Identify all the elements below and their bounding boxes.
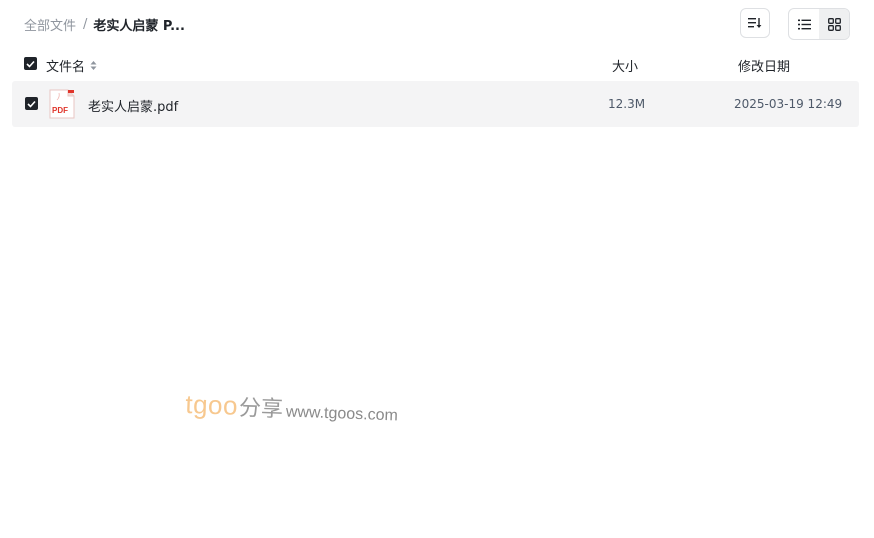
pdf-file-icon: PDF <box>49 89 75 119</box>
watermark-url: www.tgoos.com <box>285 403 399 425</box>
file-name[interactable]: 老实人启蒙.pdf <box>88 96 178 115</box>
watermark-share: 分享 <box>238 395 284 423</box>
watermark: tgoo 分享 www.tgoos.com <box>185 388 399 427</box>
breadcrumb-root-link[interactable]: 全部文件 <box>24 15 76 34</box>
row-checkbox[interactable] <box>25 97 38 110</box>
grid-view-button[interactable] <box>819 9 849 39</box>
list-view-icon <box>797 19 811 29</box>
checkmark-icon <box>26 60 35 68</box>
view-toggle-group <box>788 8 850 40</box>
column-header-name[interactable]: 文件名 <box>46 56 97 75</box>
table-row[interactable]: PDF 老实人启蒙.pdf 12.3M 2025-03-19 12:49 <box>12 81 859 127</box>
file-modified-date: 2025-03-19 12:49 <box>734 97 843 111</box>
watermark-brand: tgoo <box>184 388 239 421</box>
sort-button[interactable] <box>740 8 770 38</box>
sort-caret-icon[interactable] <box>90 60 97 71</box>
pdf-icon-label: PDF <box>52 106 68 115</box>
breadcrumb-separator: / <box>83 16 88 32</box>
file-size: 12.3M <box>608 97 646 111</box>
column-header-modified[interactable]: 修改日期 <box>738 56 790 75</box>
file-browser-page: 全部文件 / 老实人启蒙 P... 文件名 大小 修改日期 PDF 老实人启蒙.… <box>0 0 874 538</box>
breadcrumb-current-folder: 老实人启蒙 P... <box>93 18 185 34</box>
breadcrumb: 全部文件 / 老实人启蒙 P... <box>24 14 185 34</box>
checkmark-icon <box>27 100 36 108</box>
column-header-size[interactable]: 大小 <box>612 56 638 75</box>
list-view-button[interactable] <box>789 9 819 39</box>
table-header: 文件名 大小 修改日期 <box>12 50 859 78</box>
sort-lines-icon <box>748 18 762 28</box>
select-all-checkbox[interactable] <box>24 57 37 70</box>
column-header-name-label: 文件名 <box>46 60 86 75</box>
grid-view-icon <box>827 17 841 31</box>
